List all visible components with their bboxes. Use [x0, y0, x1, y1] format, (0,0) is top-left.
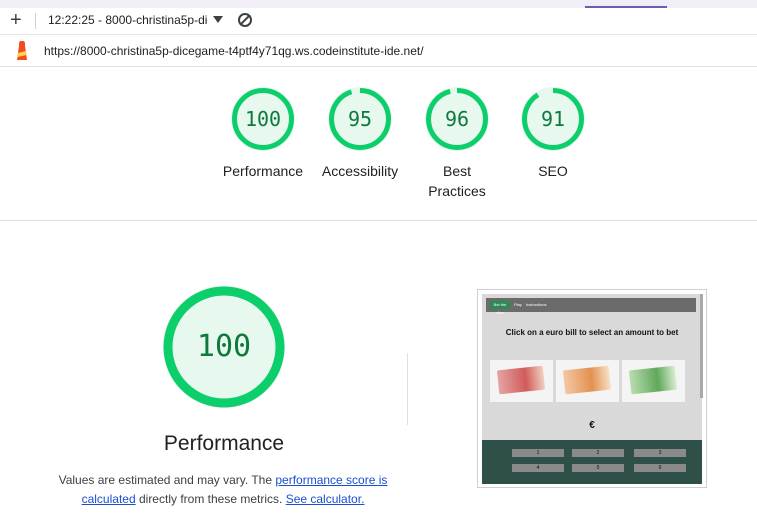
seo-score: 91 [540, 107, 566, 131]
note-text-2: directly from these metrics. [135, 492, 286, 506]
calculator-link[interactable]: See calculator. [286, 492, 365, 506]
accessibility-score: 95 [347, 107, 373, 131]
report-selector[interactable]: 12:22:25 - 8000-christina5p-dic [48, 13, 208, 27]
chevron-down-icon[interactable] [213, 16, 223, 23]
vertical-separator [407, 353, 408, 425]
seo-gauge[interactable]: 91 [521, 87, 585, 151]
thumbnail-dice-button: 3 [634, 449, 686, 457]
performance-gauge[interactable]: 100 [231, 87, 295, 151]
euro-bill-10 [490, 360, 553, 402]
thumbnail-nav-item: Play [514, 302, 522, 307]
euro-bill-100 [622, 360, 685, 402]
best-practices-score: 96 [444, 107, 470, 131]
best-practices-label: Best Practices [428, 163, 486, 199]
thumbnail-page: Bet the dice Play Instructions Click on … [482, 294, 702, 484]
metrics-note: Values are estimated and may vary. The p… [58, 471, 388, 509]
browser-tab-strip [0, 0, 757, 8]
performance-gauge-large: 100 [163, 286, 285, 408]
performance-title: Performance [163, 432, 285, 455]
thumbnail-dice-button: 2 [572, 449, 624, 457]
block-icon[interactable] [238, 13, 252, 27]
thumbnail-dice-panel: 1 2 3 4 5 6 [482, 440, 702, 484]
thumbnail-scrollbar [700, 294, 703, 398]
devtools-toolbar: + 12:22:25 - 8000-christina5p-dic [0, 8, 757, 35]
performance-score: 100 [244, 107, 282, 131]
audited-url[interactable]: https://8000-christina5p-dicegame-t4ptf4… [44, 44, 424, 58]
thumbnail-currency: € [589, 420, 595, 431]
accessibility-gauge[interactable]: 95 [328, 87, 392, 151]
thumbnail-dice-button: 1 [512, 449, 564, 457]
performance-score-large: 100 [196, 329, 252, 364]
thumbnail-dice-button: 4 [512, 464, 564, 472]
euro-bill-50 [556, 360, 619, 402]
thumbnail-nav-item: Instructions [526, 302, 547, 307]
plus-icon[interactable]: + [10, 10, 22, 30]
performance-label: Performance [222, 163, 304, 179]
thumbnail-nav-pill: Bet the dice [490, 301, 510, 315]
thumbnail-dice-button: 5 [572, 464, 624, 472]
thumbnail-dice-button: 6 [634, 464, 686, 472]
section-divider [0, 220, 757, 221]
url-row: https://8000-christina5p-dicegame-t4ptf4… [0, 35, 757, 67]
accessibility-label: Accessibility [321, 163, 399, 179]
seo-label: SEO [538, 163, 568, 179]
thumbnail-heading: Click on a euro bill to select an amount… [505, 328, 679, 337]
thumbnail-navbar: Bet the dice Play Instructions [486, 298, 696, 315]
final-screenshot-thumbnail[interactable]: Bet the dice Play Instructions Click on … [477, 289, 707, 488]
best-practices-gauge[interactable]: 96 [425, 87, 489, 151]
note-text-1: Values are estimated and may vary. The [58, 473, 276, 487]
toolbar-separator [35, 13, 36, 29]
lighthouse-icon [17, 41, 27, 60]
